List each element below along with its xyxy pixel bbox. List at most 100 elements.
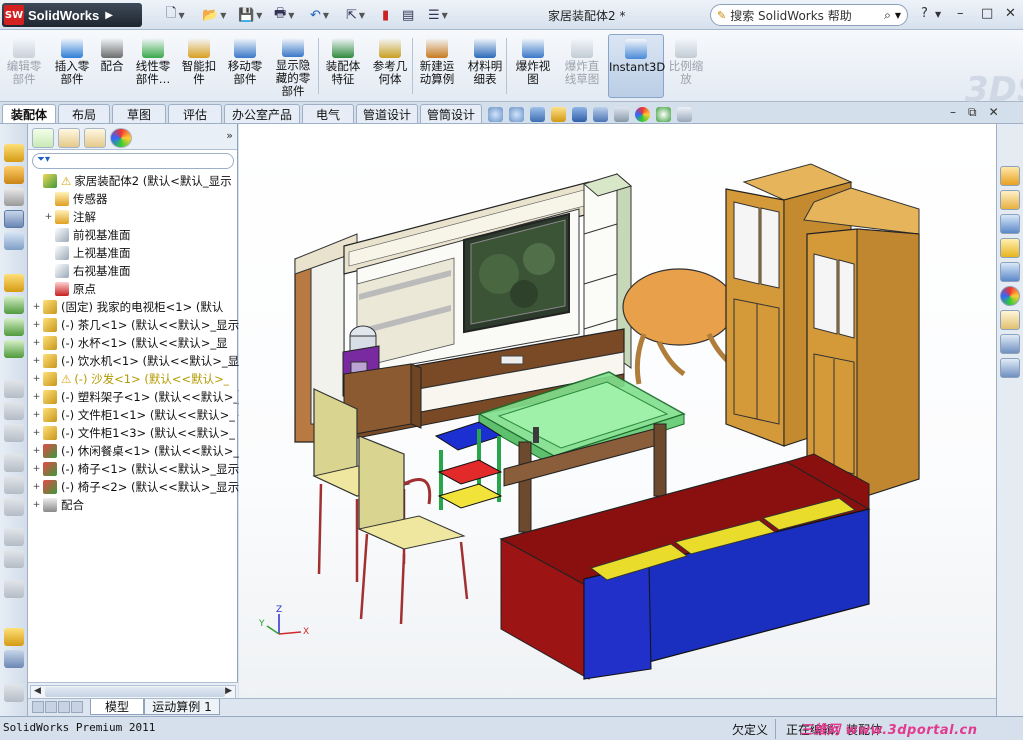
view-settings-icon[interactable] bbox=[677, 106, 692, 122]
section-view-icon[interactable] bbox=[551, 106, 566, 122]
prev-tab-icon[interactable] bbox=[45, 701, 57, 713]
tree-node[interactable]: + (-) 饮水机<1> (默认<<默认>_显 bbox=[32, 352, 239, 370]
view-palette-icon[interactable] bbox=[1000, 262, 1020, 282]
file-explorer-icon[interactable] bbox=[1000, 238, 1020, 258]
cmd-button-3[interactable]: 配合 bbox=[94, 34, 130, 98]
home-icon[interactable] bbox=[1000, 190, 1020, 210]
more-tools-icon[interactable] bbox=[4, 684, 24, 702]
expand-icon[interactable]: + bbox=[32, 410, 41, 420]
tree-node[interactable]: 传感器 bbox=[44, 190, 108, 208]
doc-restore-button[interactable]: ⧉ bbox=[968, 105, 977, 120]
expand-icon[interactable]: + bbox=[32, 446, 41, 456]
arc-tool-icon[interactable] bbox=[4, 188, 24, 206]
previous-view-icon[interactable] bbox=[530, 106, 545, 122]
view-orientation-icon[interactable] bbox=[572, 106, 587, 122]
expand-icon[interactable]: + bbox=[32, 392, 41, 402]
tab-8[interactable]: 管筒设计 bbox=[420, 104, 482, 123]
tab-5[interactable]: 办公室产品 bbox=[224, 104, 300, 123]
app-menu-button[interactable]: SW SolidWorks ▶ bbox=[2, 3, 142, 27]
file-properties-button[interactable]: ▤ bbox=[402, 6, 414, 24]
cmd-button-15[interactable]: 比例缩放 bbox=[664, 34, 708, 98]
tree-node[interactable]: ⚠ 家居装配体2 (默认<默认_显示 bbox=[32, 172, 232, 190]
cmd-button-12[interactable]: 爆炸视图 bbox=[510, 34, 556, 98]
next-tab-icon[interactable] bbox=[58, 701, 70, 713]
expand-icon[interactable]: + bbox=[32, 428, 41, 438]
zoom-to-fit-icon[interactable] bbox=[488, 106, 503, 122]
expand-icon[interactable]: + bbox=[32, 302, 41, 312]
tree-node[interactable]: + (-) 休闲餐桌<1> (默认<<默认>_ bbox=[32, 442, 239, 460]
tree-node[interactable]: + (-) 椅子<2> (默认<<默认>_显示 bbox=[32, 478, 239, 496]
scroll-right-icon[interactable]: ▶ bbox=[225, 686, 232, 696]
line-tool-icon[interactable] bbox=[4, 166, 24, 184]
close-button[interactable]: ✕ bbox=[1005, 6, 1016, 21]
display-manager-tab-icon[interactable] bbox=[110, 128, 132, 148]
tree-filter-input[interactable]: ⏷▾ bbox=[32, 153, 234, 169]
sketch-tool-icon[interactable] bbox=[4, 144, 24, 162]
expand-icon[interactable]: + bbox=[32, 356, 41, 366]
offset-tool-icon[interactable] bbox=[4, 424, 24, 442]
expand-icon[interactable]: + bbox=[32, 374, 41, 384]
scale-entity-icon[interactable] bbox=[4, 528, 24, 546]
scene-icon[interactable] bbox=[656, 106, 671, 122]
solidworks-resources-icon[interactable] bbox=[1000, 166, 1020, 186]
design-library-icon[interactable] bbox=[1000, 214, 1020, 234]
tab-4[interactable]: 评估 bbox=[168, 104, 222, 123]
first-tab-icon[interactable] bbox=[32, 701, 44, 713]
mirror-tool-icon[interactable] bbox=[4, 454, 24, 472]
tab-6[interactable]: 电气 bbox=[302, 104, 354, 123]
minimize-button[interactable]: – bbox=[957, 6, 964, 21]
expand-icon[interactable]: + bbox=[44, 212, 53, 222]
tree-node[interactable]: + (-) 茶几<1> (默认<<默认>_显示 bbox=[32, 316, 239, 334]
cmd-button-10[interactable]: 新建运 动算例 bbox=[414, 34, 460, 98]
expand-icon[interactable]: + bbox=[32, 320, 41, 330]
tab-3[interactable]: 草图 bbox=[112, 104, 166, 123]
feature-tool-icon[interactable] bbox=[4, 274, 24, 292]
chair-2-model[interactable] bbox=[357, 435, 469, 625]
extend-tool-icon[interactable] bbox=[4, 402, 24, 420]
save-button[interactable]: 💾 ▼ bbox=[238, 6, 262, 24]
doc-minimize-button[interactable]: – bbox=[950, 105, 956, 120]
options-button[interactable]: ☰ ▼ bbox=[428, 6, 448, 24]
rotate-entity-icon[interactable] bbox=[4, 498, 24, 516]
propertymanager-tab-icon[interactable] bbox=[58, 128, 80, 148]
cmd-button-13[interactable]: 爆炸直 线草图 bbox=[556, 34, 608, 98]
display-style-icon[interactable] bbox=[593, 106, 608, 122]
cmd-button-2[interactable]: 插入零 部件 bbox=[50, 34, 94, 98]
cmd-button-8[interactable]: 装配体 特征 bbox=[320, 34, 366, 98]
horizontal-relation-icon[interactable] bbox=[4, 318, 24, 336]
tree-node[interactable]: + 注解 bbox=[44, 208, 96, 226]
rapid-sketch-icon[interactable] bbox=[4, 628, 24, 646]
forum-icon[interactable] bbox=[1000, 334, 1020, 354]
cmd-button-4[interactable]: 线性零 部件… bbox=[130, 34, 176, 98]
tab-motion-study-1[interactable]: 运动算例 1 bbox=[144, 699, 220, 715]
cmd-button-11[interactable]: 材料明 细表 bbox=[462, 34, 508, 98]
smart-dimension-icon[interactable] bbox=[4, 232, 24, 250]
sofa-model[interactable] bbox=[499, 453, 871, 680]
toolbox-icon[interactable] bbox=[1000, 358, 1020, 378]
custom-properties-icon[interactable] bbox=[1000, 310, 1020, 330]
plastic-shelf-model[interactable] bbox=[434, 421, 503, 510]
tree-node[interactable]: 前视基准面 bbox=[44, 226, 131, 244]
configurationmanager-tab-icon[interactable] bbox=[84, 128, 106, 148]
tree-node[interactable]: + (-) 文件柜1<3> (默认<<默认>_ bbox=[32, 424, 235, 442]
cmd-button-9[interactable]: 参考几 何体 bbox=[366, 34, 414, 98]
featuremanager-tab-icon[interactable] bbox=[32, 128, 54, 148]
last-tab-icon[interactable] bbox=[71, 701, 83, 713]
tree-node[interactable]: 右视基准面 bbox=[44, 262, 131, 280]
expand-icon[interactable]: + bbox=[32, 464, 41, 474]
panel-collapse-icon[interactable]: » bbox=[226, 129, 233, 142]
relation-tool-icon[interactable] bbox=[4, 296, 24, 314]
trim-tool-icon[interactable] bbox=[4, 380, 24, 398]
tree-node[interactable]: + 配合 bbox=[32, 496, 84, 514]
cmd-button-14[interactable]: Instant3D bbox=[608, 34, 665, 98]
tab-7[interactable]: 管道设计 bbox=[356, 104, 418, 123]
spline-tool-icon[interactable] bbox=[4, 210, 24, 228]
tab-2[interactable]: 布局 bbox=[58, 104, 110, 123]
move-entity-icon[interactable] bbox=[4, 476, 24, 494]
open-button[interactable]: 📂 ▼ bbox=[202, 6, 226, 24]
round-table-model[interactable] bbox=[622, 268, 736, 385]
expand-icon[interactable]: + bbox=[32, 482, 41, 492]
select-button[interactable]: ⇱ ▼ bbox=[346, 6, 365, 24]
zoom-area-icon[interactable] bbox=[509, 106, 524, 122]
tree-node[interactable]: + ⚠ (-) 沙发<1> (默认<<默认>_ bbox=[32, 370, 229, 388]
